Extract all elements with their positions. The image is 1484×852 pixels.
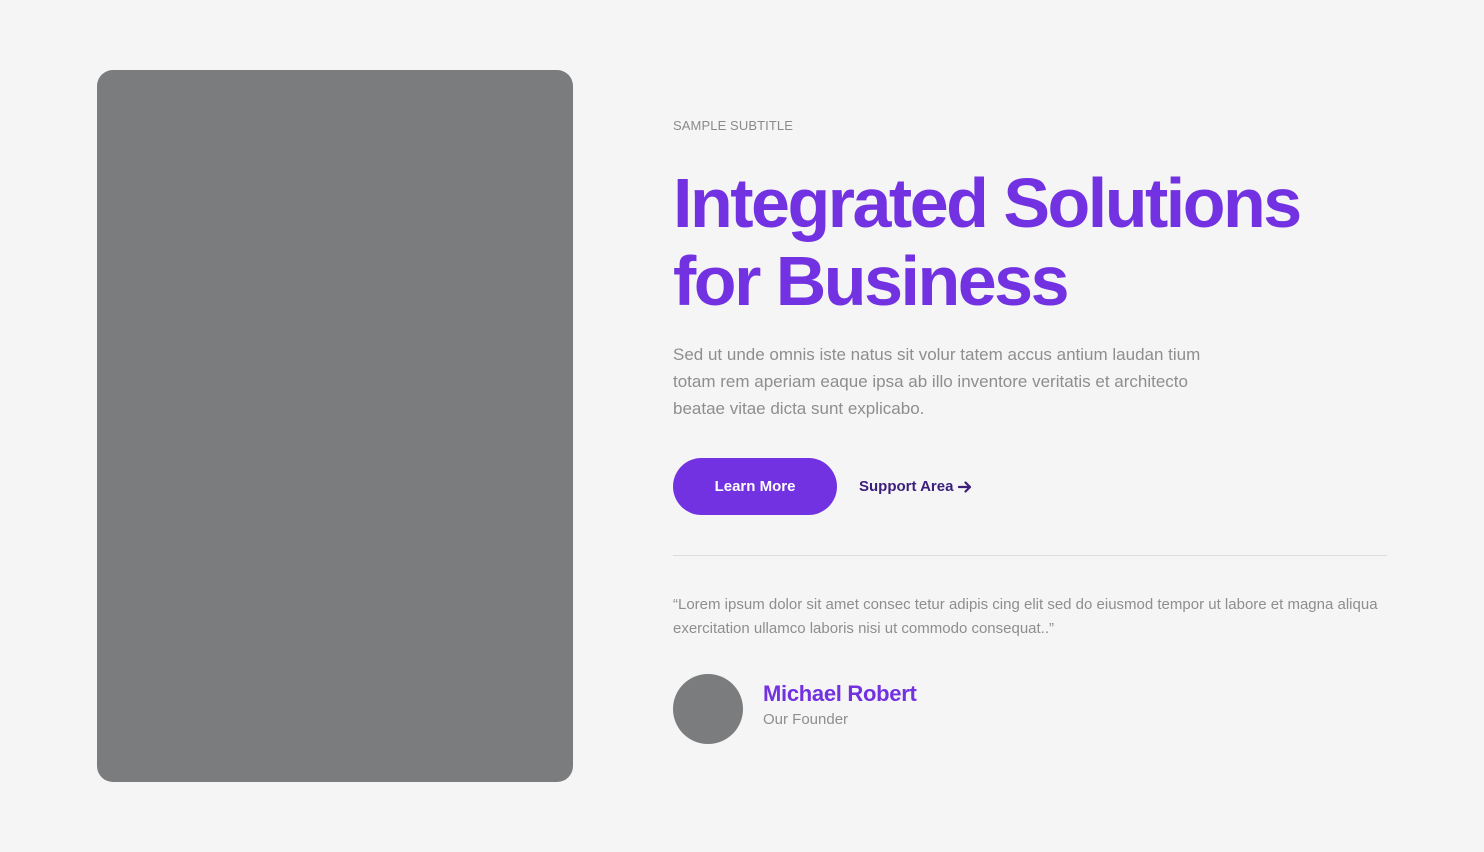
- hero-actions: Learn More Support Area: [673, 458, 1387, 515]
- page-title: Integrated Solutions for Business: [673, 164, 1387, 320]
- testimonial-author: Michael Robert Our Founder: [673, 674, 1387, 744]
- page: SAMPLE SUBTITLE Integrated Solutions for…: [0, 0, 1484, 852]
- author-name: Michael Robert: [763, 681, 917, 706]
- section-subtitle: SAMPLE SUBTITLE: [673, 118, 793, 133]
- author-role: Our Founder: [763, 711, 849, 728]
- hero-content: SAMPLE SUBTITLE Integrated Solutions for…: [673, 118, 1387, 744]
- testimonial-quote: “Lorem ipsum dolor sit amet consec tetur…: [673, 596, 1378, 637]
- arrow-right-icon: [958, 480, 972, 494]
- page-title-line-1: Integrated Solutions: [673, 164, 1302, 242]
- hero-image-placeholder: [97, 70, 573, 782]
- support-area-label: Support Area: [859, 478, 954, 495]
- avatar: [673, 674, 743, 744]
- page-title-line-2: for Business: [673, 242, 1070, 320]
- author-info: Michael Robert Our Founder: [763, 680, 917, 730]
- hero-description: Sed ut unde omnis iste natus sit volur t…: [673, 345, 1201, 418]
- support-area-link[interactable]: Support Area: [859, 478, 972, 495]
- learn-more-button[interactable]: Learn More: [673, 458, 837, 515]
- section-divider: [673, 555, 1387, 556]
